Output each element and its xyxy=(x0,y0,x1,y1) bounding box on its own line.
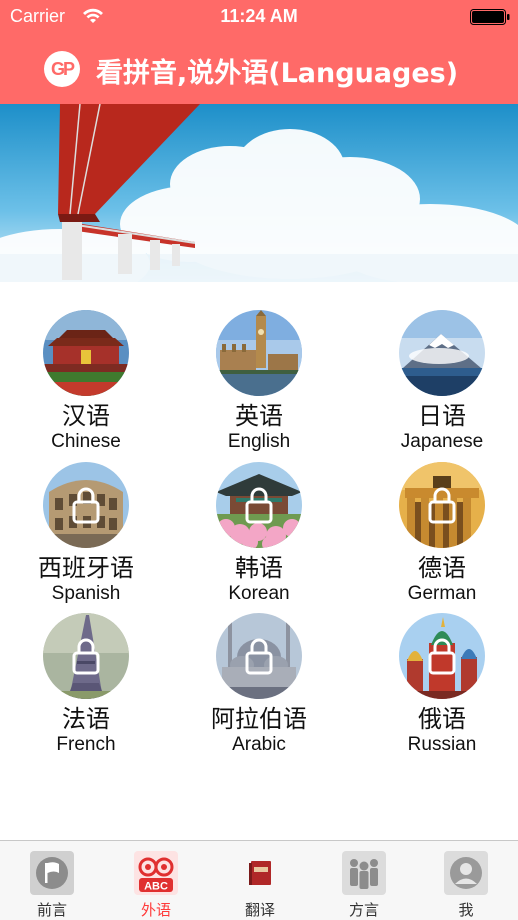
lock-icon xyxy=(245,638,273,675)
tab-label: 前言 xyxy=(36,901,67,919)
russian-thumbnail xyxy=(399,613,485,699)
language-name-cn: 汉语 xyxy=(62,402,110,430)
abc-owl-icon: ABC xyxy=(134,851,178,895)
flag-icon xyxy=(30,851,74,895)
language-name-cn: 法语 xyxy=(62,705,110,733)
language-item-spanish[interactable]: 西班牙语 Spanish xyxy=(1,462,171,612)
language-name-en: Korean xyxy=(228,583,290,604)
status-time: 11:24 AM xyxy=(220,6,298,26)
language-item-japanese[interactable]: 日语 Japanese xyxy=(357,310,518,460)
language-grid: 汉语 Chinese 英语 English 日语 Japanese 西班牙语 S… xyxy=(0,282,518,842)
battery-icon xyxy=(470,9,510,25)
language-name-cn: 韩语 xyxy=(235,554,283,582)
language-item-korean[interactable]: 韩语 Korean xyxy=(174,462,344,612)
top-bar: Carrier 11:24 AM GP 看拼音,说外语(Languages) xyxy=(0,0,518,104)
japanese-thumbnail xyxy=(399,310,485,396)
language-item-arabic[interactable]: 阿拉伯语 Arabic xyxy=(174,613,344,763)
language-name-en: Spanish xyxy=(51,583,121,604)
language-name-cn: 俄语 xyxy=(418,705,466,733)
language-name-cn: 德语 xyxy=(418,554,466,582)
tab-preface[interactable]: 前言 xyxy=(0,841,104,920)
language-name-cn: 英语 xyxy=(235,402,283,430)
people-group-icon xyxy=(342,851,386,895)
english-thumbnail xyxy=(216,310,302,396)
user-profile-icon xyxy=(444,851,488,895)
language-name-en: Japanese xyxy=(400,431,484,452)
language-name-en: Arabic xyxy=(232,734,286,755)
spanish-thumbnail xyxy=(43,462,129,548)
language-name-cn: 阿拉伯语 xyxy=(211,705,307,733)
arabic-thumbnail xyxy=(216,613,302,699)
language-name-en: English xyxy=(227,431,291,452)
language-name-en: German xyxy=(407,583,477,604)
lock-icon xyxy=(72,487,100,524)
tab-translate[interactable]: 翻译 xyxy=(208,841,312,920)
language-name-en: Russian xyxy=(407,734,477,755)
language-item-english[interactable]: 英语 English xyxy=(174,310,344,460)
navigation-bar: GP 看拼音,说外语(Languages) xyxy=(0,34,518,104)
french-thumbnail xyxy=(43,613,129,699)
status-bar: Carrier 11:24 AM xyxy=(0,0,518,34)
language-item-russian[interactable]: 俄语 Russian xyxy=(357,613,518,763)
tab-label: 翻译 xyxy=(244,901,275,919)
chinese-thumbnail xyxy=(43,310,129,396)
tab-foreign-languages[interactable]: ABC 外语 xyxy=(104,841,208,920)
lock-icon xyxy=(72,638,100,675)
language-item-french[interactable]: 法语 French xyxy=(1,613,171,763)
language-name-cn: 日语 xyxy=(418,402,466,430)
tab-label: 方言 xyxy=(348,901,379,919)
svg-text:ABC: ABC xyxy=(144,881,168,893)
dictionary-book-icon xyxy=(249,861,271,885)
tab-label: 外语 xyxy=(140,901,171,919)
lock-icon xyxy=(428,487,456,524)
lock-icon xyxy=(428,638,456,675)
tab-bar: 前言 ABC 外语 翻译 方言 我 xyxy=(0,840,518,920)
hero-banner-image xyxy=(0,104,518,282)
tab-dialects[interactable]: 方言 xyxy=(312,841,416,920)
lock-icon xyxy=(245,487,273,524)
page-title: 看拼音,说外语(Languages) xyxy=(96,58,459,89)
german-thumbnail xyxy=(399,462,485,548)
tab-label: 我 xyxy=(458,901,474,919)
language-item-german[interactable]: 德语 German xyxy=(357,462,518,612)
language-name-en: Chinese xyxy=(51,431,121,452)
language-name-en: French xyxy=(56,734,116,755)
korean-thumbnail xyxy=(216,462,302,548)
language-name-cn: 西班牙语 xyxy=(38,554,134,582)
tab-me[interactable]: 我 xyxy=(414,841,518,920)
language-item-chinese[interactable]: 汉语 Chinese xyxy=(1,310,171,460)
app-logo: GP xyxy=(44,51,80,87)
